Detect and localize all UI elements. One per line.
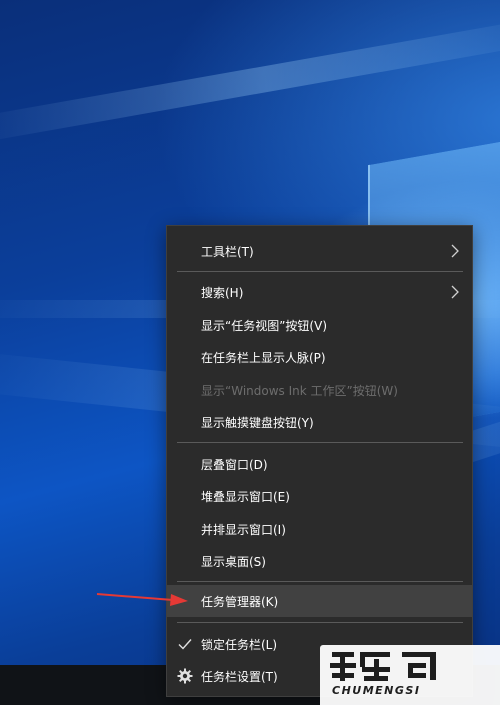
menu-item-search[interactable]: 搜索(H) xyxy=(167,276,472,308)
annotation-arrow xyxy=(95,590,190,610)
menu-item-label: 显示“任务视图”按钮(V) xyxy=(201,318,328,333)
menu-item-cascade-windows[interactable]: 层叠窗口(D) xyxy=(167,448,472,480)
menu-separator xyxy=(177,622,463,623)
chevron-right-icon xyxy=(448,244,462,258)
menu-separator xyxy=(177,442,463,443)
menu-item-label: 并排显示窗口(I) xyxy=(201,522,286,537)
menu-item-label: 任务栏设置(T) xyxy=(201,669,278,684)
menu-item-task-manager[interactable]: 任务管理器(K) xyxy=(167,585,472,617)
checkmark-icon xyxy=(177,636,193,652)
chevron-right-icon xyxy=(448,285,462,299)
menu-item-show-touch-keyboard-button[interactable]: 显示触摸键盘按钮(Y) xyxy=(167,406,472,438)
menu-item-show-people[interactable]: 在任务栏上显示人脉(P) xyxy=(167,341,472,373)
menu-item-stack-windows[interactable]: 堆叠显示窗口(E) xyxy=(167,480,472,512)
menu-item-label: 搜索(H) xyxy=(201,285,244,300)
menu-item-show-task-view-button[interactable]: 显示“任务视图”按钮(V) xyxy=(167,309,472,341)
menu-separator xyxy=(177,271,463,272)
menu-item-label: 锁定任务栏(L) xyxy=(201,637,278,652)
taskbar-context-menu: 工具栏(T) 搜索(H) 显示“任务视图”按钮(V) 在任务栏上显示人脉(P) … xyxy=(166,225,473,697)
watermark: CHUMENGSI xyxy=(320,645,500,705)
menu-item-label: 堆叠显示窗口(E) xyxy=(201,489,290,504)
watermark-text: CHUMENGSI xyxy=(332,684,421,697)
menu-item-label: 层叠窗口(D) xyxy=(201,457,268,472)
menu-item-label: 显示触摸键盘按钮(Y) xyxy=(201,415,314,430)
menu-item-label: 工具栏(T) xyxy=(201,244,254,259)
menu-item-label: 任务管理器(K) xyxy=(201,594,279,609)
menu-item-label: 显示“Windows Ink 工作区”按钮(W) xyxy=(201,383,398,398)
menu-item-label: 在任务栏上显示人脉(P) xyxy=(201,350,326,365)
light-beam xyxy=(0,12,500,146)
menu-separator xyxy=(177,581,463,582)
gear-icon xyxy=(177,668,193,684)
menu-item-toolbars[interactable]: 工具栏(T) xyxy=(167,235,472,267)
menu-item-label: 显示桌面(S) xyxy=(201,554,266,569)
menu-item-side-by-side-windows[interactable]: 并排显示窗口(I) xyxy=(167,513,472,545)
watermark-logo xyxy=(330,649,442,683)
menu-item-show-windows-ink-button: 显示“Windows Ink 工作区”按钮(W) xyxy=(167,374,472,406)
menu-item-show-desktop[interactable]: 显示桌面(S) xyxy=(167,545,472,577)
